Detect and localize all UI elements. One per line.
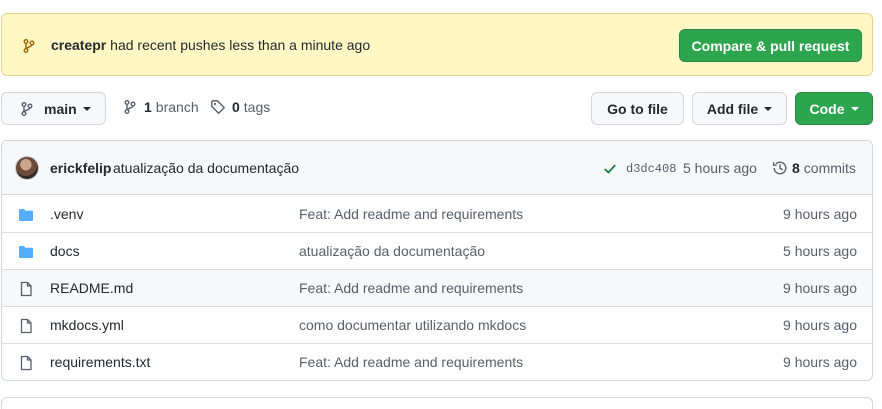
file-list: .venv Feat: Add readme and requirements …	[2, 196, 872, 380]
commit-sha[interactable]: d3dc408	[626, 162, 676, 176]
code-button[interactable]: Code	[795, 92, 873, 125]
file-row[interactable]: mkdocs.yml como documentar utilizando mk…	[2, 307, 872, 344]
avatar[interactable]	[15, 156, 39, 180]
file-commit-time: 5 hours ago	[783, 243, 857, 259]
commit-author[interactable]: erickfelip	[50, 160, 111, 176]
add-file-label: Add file	[706, 100, 759, 117]
file-commit-time: 9 hours ago	[783, 280, 857, 296]
branch-count: 1	[144, 99, 152, 115]
file-icon	[20, 281, 32, 297]
file-row[interactable]: docs atualização da documentação 5 hours…	[2, 233, 872, 270]
pushed-branch-name[interactable]: createpr	[51, 37, 106, 53]
file-commit-message[interactable]: como documentar utilizando mkdocs	[299, 317, 526, 333]
history-icon	[772, 161, 787, 175]
file-commit-time: 9 hours ago	[783, 317, 857, 333]
latest-commit-bar: erickfelip atualização da documentação d…	[2, 141, 872, 195]
file-name[interactable]: requirements.txt	[50, 354, 150, 370]
git-branch-icon	[23, 39, 35, 53]
readme-panel	[1, 397, 873, 409]
branches-link[interactable]: 1 branch	[122, 99, 199, 115]
add-file-button[interactable]: Add file	[692, 92, 787, 125]
commit-count: 8	[792, 160, 800, 176]
tag-count: 0	[232, 99, 240, 115]
file-commit-message[interactable]: Feat: Add readme and requirements	[299, 280, 523, 296]
file-name[interactable]: mkdocs.yml	[50, 317, 124, 333]
push-message: createpr had recent pushes less than a m…	[51, 37, 370, 53]
file-browser: erickfelip atualização da documentação d…	[1, 140, 873, 381]
file-name[interactable]: .venv	[50, 206, 83, 222]
commits-label: commits	[803, 160, 856, 176]
file-row[interactable]: requirements.txt Feat: Add readme and re…	[2, 344, 872, 380]
file-commit-time: 9 hours ago	[783, 354, 857, 370]
file-name[interactable]: README.md	[50, 280, 133, 296]
commit-time: 5 hours ago	[683, 160, 757, 176]
tags-link[interactable]: 0 tags	[210, 99, 270, 115]
folder-icon	[19, 209, 33, 221]
commits-history-link[interactable]: 8 commits	[772, 160, 856, 176]
chevron-down-icon	[764, 106, 773, 111]
branch-selector-button[interactable]: main	[1, 92, 106, 125]
tag-icon	[211, 100, 225, 114]
chevron-down-icon	[82, 106, 91, 111]
go-to-file-button[interactable]: Go to file	[591, 92, 684, 125]
file-row[interactable]: README.md Feat: Add readme and requireme…	[2, 270, 872, 307]
compare-pull-request-button[interactable]: Compare & pull request	[679, 29, 862, 62]
branch-label: branch	[155, 99, 199, 115]
file-commit-message[interactable]: Feat: Add readme and requirements	[299, 206, 523, 222]
recent-push-banner: createpr had recent pushes less than a m…	[1, 13, 873, 76]
git-branch-icon	[124, 100, 136, 114]
file-row[interactable]: .venv Feat: Add readme and requirements …	[2, 196, 872, 233]
push-message-text: had recent pushes less than a minute ago	[110, 37, 371, 53]
folder-icon	[19, 246, 33, 258]
code-label: Code	[809, 100, 845, 117]
file-commit-message[interactable]: Feat: Add readme and requirements	[299, 354, 523, 370]
chevron-down-icon	[850, 106, 859, 111]
file-icon	[20, 355, 32, 371]
git-branch-icon	[21, 101, 33, 116]
branch-selector-label: main	[44, 100, 77, 117]
file-name[interactable]: docs	[50, 243, 80, 259]
file-icon	[20, 318, 32, 334]
commit-message[interactable]: atualização da documentação	[113, 160, 299, 176]
check-icon[interactable]	[603, 162, 617, 176]
tag-label: tags	[243, 99, 271, 115]
file-commit-time: 9 hours ago	[783, 206, 857, 222]
file-commit-message[interactable]: atualização da documentação	[299, 243, 485, 259]
